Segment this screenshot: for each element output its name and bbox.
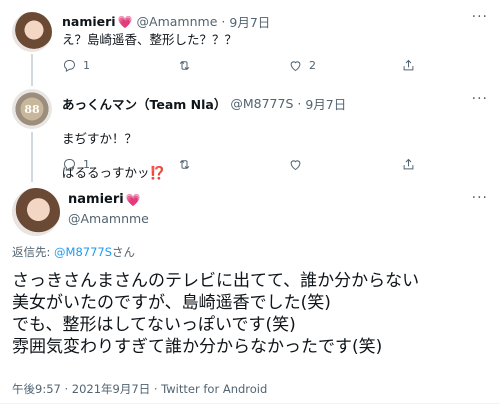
share-icon	[403, 158, 414, 169]
divider	[0, 403, 500, 404]
like-button[interactable]	[288, 157, 303, 172]
tweet-header: namieri 💗 @Amamnme · 9月7日	[62, 12, 270, 31]
handle[interactable]: @Amamnme	[137, 14, 218, 29]
display-name[interactable]: namieri	[62, 14, 116, 29]
tweet-text-line: でも、整形はしてないっぽいです(笑)	[12, 315, 296, 335]
share-button[interactable]	[401, 58, 416, 73]
tweet-text: え？島崎遥香、整形した？？？	[62, 32, 238, 47]
separator: ·	[297, 96, 302, 111]
more-icon[interactable]: ···	[472, 91, 488, 107]
tweet-header: あっくんマン（Team Nla） @M8777S · 9月7日	[62, 94, 346, 113]
avatar-label: 88	[24, 102, 40, 116]
display-name[interactable]: あっくんマン（Team Nla）	[62, 94, 226, 113]
separator: ·	[221, 14, 226, 29]
avatar[interactable]	[12, 188, 60, 236]
share-icon	[403, 59, 414, 70]
tweet-date[interactable]: 9月7日	[305, 94, 346, 113]
tweet-timestamp[interactable]: 午後9:57 · 2021年9月7日 · Twitter for Android	[12, 381, 267, 397]
retweet-button[interactable]	[177, 157, 192, 172]
like-button[interactable]: 2	[288, 58, 316, 73]
tweet-date[interactable]: 9月7日	[229, 12, 270, 31]
tweet-text-line: まぢすか！？	[62, 131, 138, 146]
retweet-button[interactable]	[177, 58, 192, 73]
avatar[interactable]: 88	[12, 89, 52, 129]
tweet-actions: 1	[0, 156, 500, 172]
reply-count: 1	[83, 157, 90, 171]
reply-to-link[interactable]: @M8777S	[54, 245, 112, 259]
like-count: 2	[309, 58, 316, 72]
display-name[interactable]: namieri	[68, 192, 124, 207]
main-tweet-text: さっきさんまさんのテレビに出てて、誰か分からない 美女がいたのですが、島崎遥香で…	[12, 270, 492, 358]
tweet-actions: 1 2	[0, 57, 500, 73]
reply-to: 返信先: @M8777Sさん	[12, 244, 135, 260]
reply-button[interactable]: 1	[62, 58, 90, 73]
avatar[interactable]	[12, 12, 52, 52]
heart-emoji-icon: 💗	[125, 192, 141, 207]
reply-icon	[64, 158, 75, 171]
main-display-name[interactable]: namieri 💗	[68, 192, 141, 207]
tweet-text-line: さっきさんまさんのテレビに出てて、誰か分からない	[12, 271, 420, 291]
reply-icon	[64, 59, 75, 72]
share-button[interactable]	[401, 157, 416, 172]
retweet-icon	[179, 159, 190, 169]
reply-count: 1	[83, 58, 90, 72]
handle[interactable]: @Amamnme	[68, 211, 149, 226]
reply-button[interactable]: 1	[62, 157, 90, 172]
more-icon[interactable]: ···	[472, 9, 488, 25]
heart-emoji-icon: 💗	[117, 14, 133, 29]
reply-suffix: さん	[112, 245, 136, 259]
tweet-text-line: 美女がいたのですが、島崎遥香でした(笑)	[12, 293, 331, 313]
tweet-text-line: 雰囲気変わりすぎて誰か分からなかったです(笑)	[12, 337, 383, 357]
handle[interactable]: @M8777S	[230, 96, 293, 111]
heart-icon	[290, 159, 301, 170]
retweet-icon	[179, 60, 190, 70]
reply-prefix: 返信先:	[12, 245, 55, 259]
more-icon[interactable]: ···	[472, 190, 488, 206]
heart-icon	[290, 60, 301, 71]
